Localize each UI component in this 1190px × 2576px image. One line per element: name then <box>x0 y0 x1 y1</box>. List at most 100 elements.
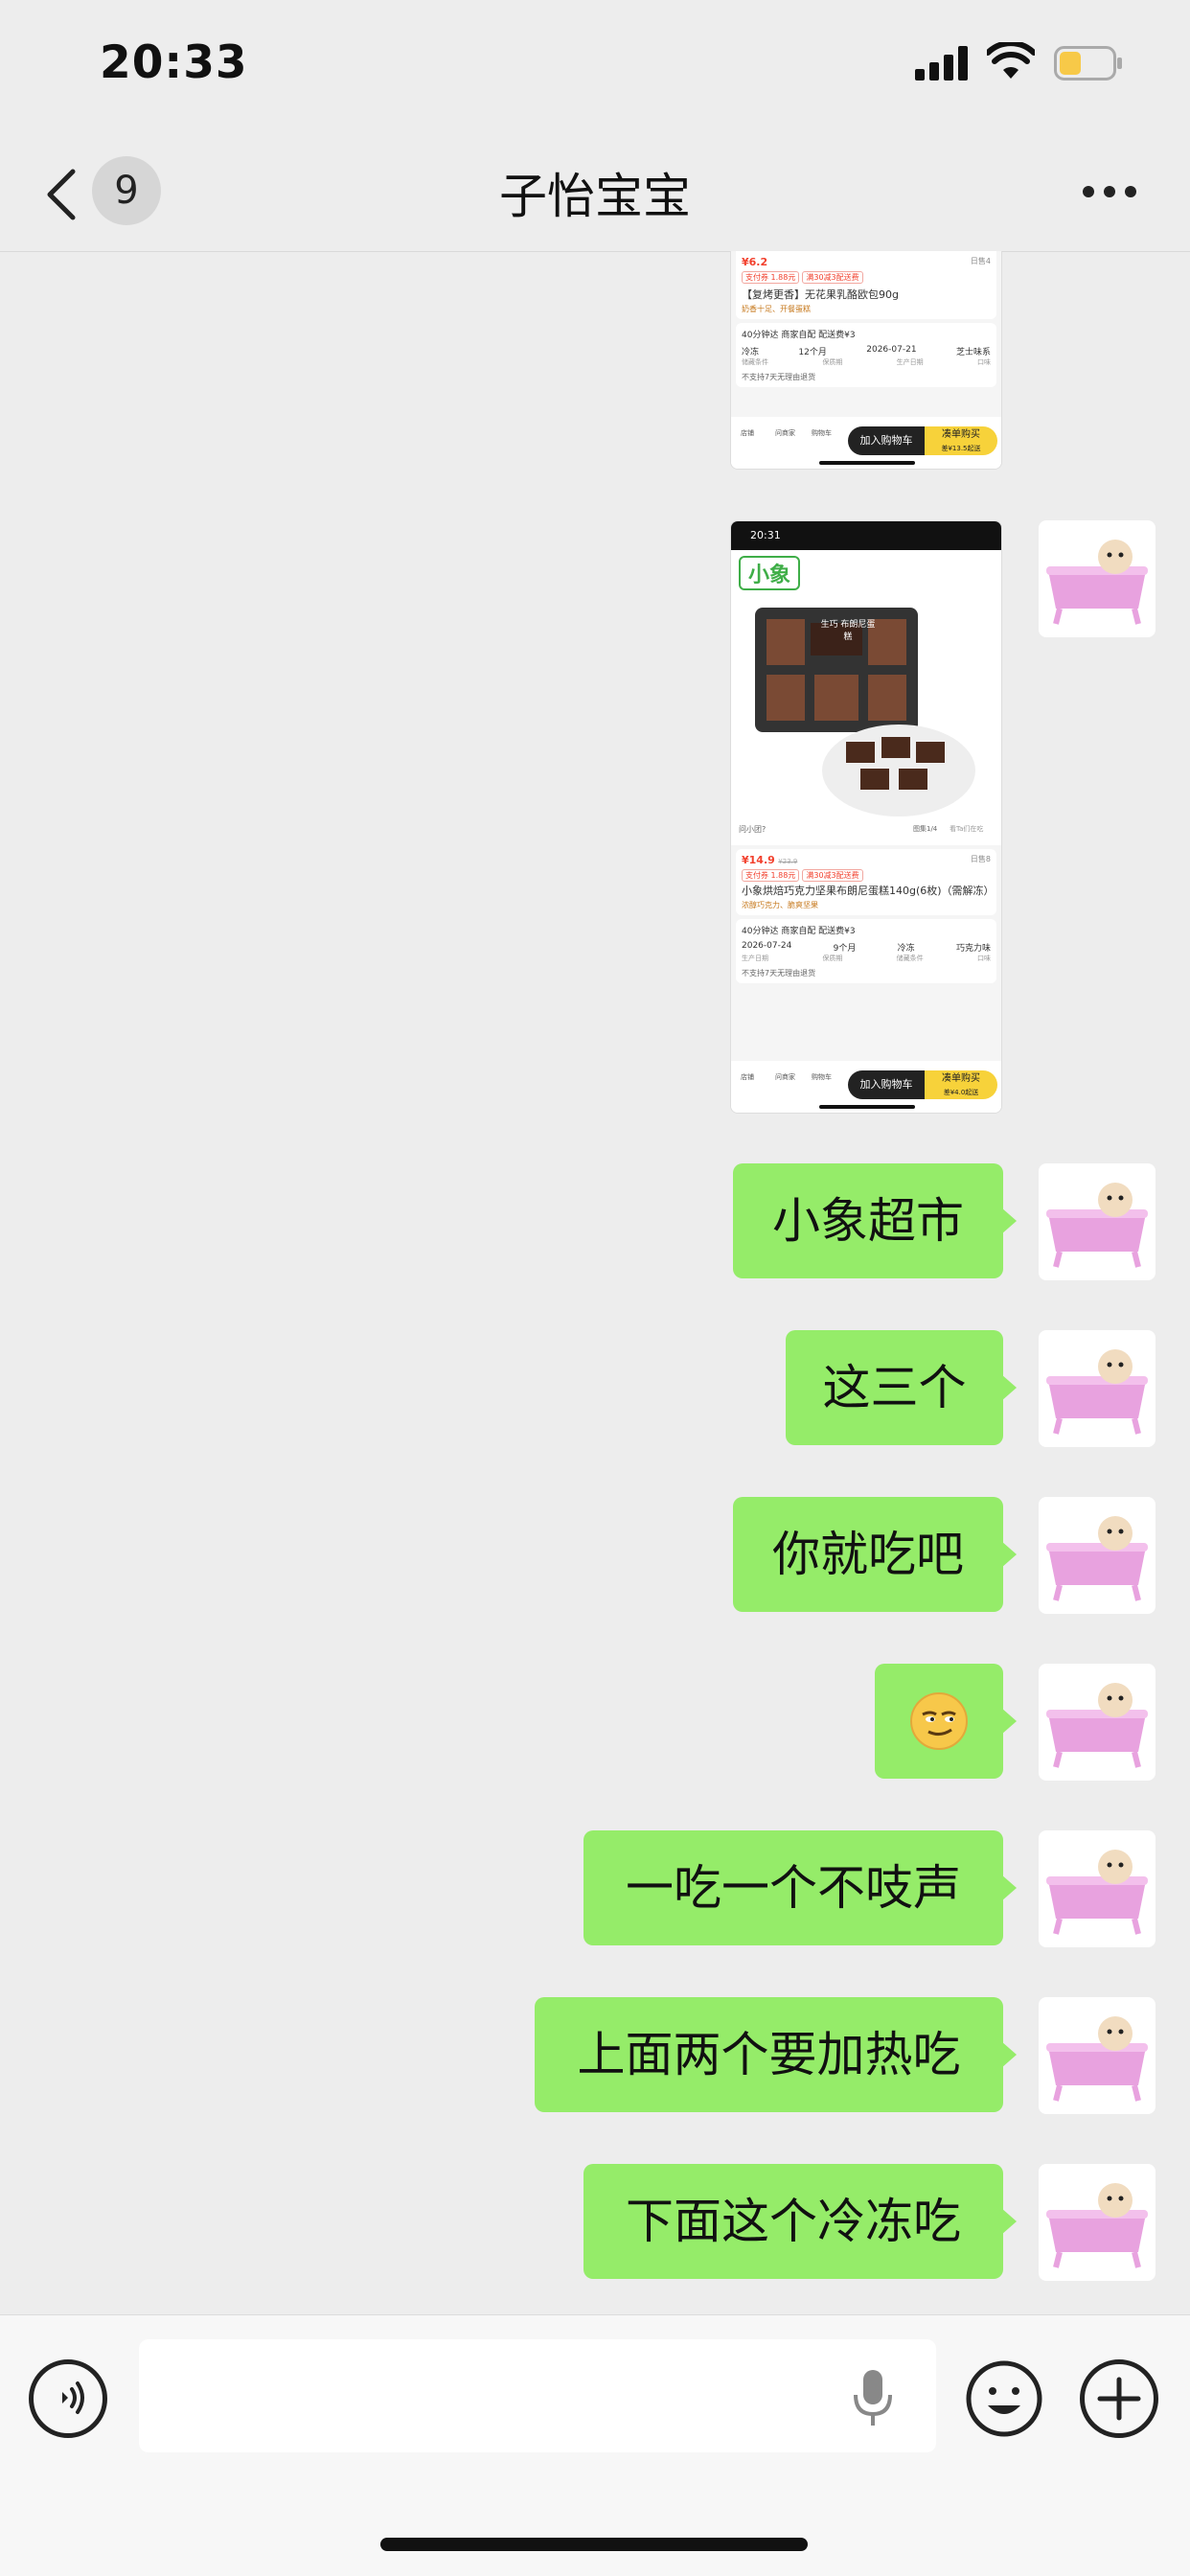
buy-label: 凑单购买 <box>942 1073 980 1084</box>
store-nav: 店铺 <box>741 1073 754 1081</box>
sales-count: 日售8 <box>970 855 991 863</box>
bathtub-avatar-icon <box>1046 1349 1148 1435</box>
coupon-tag: 支付券 1.88元 <box>742 271 800 284</box>
product-screenshot-image[interactable]: 20:31 小象 生巧 布朗尼蛋糕 问小团? 图集1/4 看Ta们在吃 ¥14.… <box>730 520 1002 1114</box>
cellular-signal-icon <box>915 46 968 80</box>
spec-value: 2026-07-24 <box>742 941 792 951</box>
chat-title: 子怡宝宝 <box>499 169 691 224</box>
message-bubble[interactable]: 小象超市 <box>733 1163 1017 1278</box>
spec-label: 保质期 <box>822 954 843 962</box>
ask-seller-nav: 问商家 <box>775 429 795 437</box>
avatar[interactable] <box>1039 1163 1156 1280</box>
voice-input-button[interactable] <box>29 2359 107 2438</box>
mini-home-indicator <box>819 461 915 465</box>
microphone-icon[interactable] <box>851 2368 895 2427</box>
add-to-cart-button: 加入购物车 <box>848 426 925 455</box>
spec-value: 2026-07-21 <box>866 345 917 355</box>
delivery-tag: 满30减3配送费 <box>802 271 863 284</box>
spec-label: 生产日期 <box>896 358 924 366</box>
bathtub-avatar-icon <box>1046 1683 1148 1768</box>
product-name: 小象烘焙巧克力坚果布朗尼蛋糕140g(6枚)（需解冻） <box>742 885 995 897</box>
ask-assistant: 问小团? <box>739 825 767 834</box>
avatar[interactable] <box>1039 1664 1156 1781</box>
return-notice: 不支持7天无理由退货 <box>742 373 816 381</box>
spec-value: 冷冻 <box>897 944 915 954</box>
return-notice: 不支持7天无理由退货 <box>742 969 816 978</box>
spec-label: 口味 <box>976 358 991 366</box>
image-index: 图集1/4 <box>913 825 938 833</box>
spec-value: 巧克力味 <box>955 944 991 954</box>
spec-label: 储藏条件 <box>742 358 768 366</box>
bathtub-avatar-icon <box>1046 540 1148 625</box>
delivery-info: 40分钟达 商家自配 配送费¥3 <box>742 927 856 936</box>
mini-status-time: 20:31 <box>750 529 781 541</box>
product-action-bar: 店铺 问商家 购物车 加入购物车 凑单购买 差¥4.0起送 <box>731 1061 1001 1113</box>
spec-value: 芝士味系 <box>955 348 991 357</box>
product-screenshot-image[interactable]: ¥6.2 日售4 支付券 1.88元 满30减3配送费 【复烤更香】无花果乳酪欧包… <box>730 251 1002 470</box>
status-time: 20:33 <box>100 36 248 89</box>
status-bar: 20:33 <box>0 0 1190 129</box>
message-bubble[interactable]: 你就吃吧 <box>733 1497 1017 1612</box>
product-feature: 奶香十足、开餐蛋糕 <box>742 305 811 313</box>
spec-value: 12个月 <box>798 348 827 357</box>
more-options-icon[interactable] <box>1083 186 1136 199</box>
cart-nav: 购物车 <box>812 1073 832 1081</box>
spec-label: 生产日期 <box>742 954 768 962</box>
plus-icon <box>1097 2377 1141 2421</box>
product-feature: 浓醇巧克力、脆爽坚果 <box>742 901 818 909</box>
battery-icon <box>1054 46 1122 80</box>
bathtub-avatar-icon <box>1046 2183 1148 2268</box>
message-bubble[interactable]: 一吃一个不吱声 <box>584 1830 1017 1945</box>
message-bubble[interactable]: 上面两个要加热吃 <box>535 1997 1017 2112</box>
buy-button: 凑单购买 差¥13.5起送 <box>925 426 997 455</box>
message-bubble[interactable]: 这三个 <box>786 1330 1017 1445</box>
spec-value: 冷冻 <box>742 348 760 357</box>
store-nav: 店铺 <box>741 429 754 437</box>
product-action-bar: 店铺 问商家 购物车 加入购物车 凑单购买 差¥13.5起送 <box>731 417 1001 469</box>
smirk-emoji-icon <box>910 1692 968 1750</box>
ask-seller-nav: 问商家 <box>775 1073 795 1081</box>
buy-button: 凑单购买 差¥4.0起送 <box>925 1070 997 1099</box>
avatar[interactable] <box>1039 1830 1156 1947</box>
home-indicator <box>380 2538 808 2551</box>
buy-label: 凑单购买 <box>942 429 980 440</box>
original-price: ¥23.9 <box>778 858 798 865</box>
bathtub-avatar-icon <box>1046 1850 1148 1935</box>
avatar[interactable] <box>1039 1497 1156 1614</box>
wifi-icon <box>987 42 1035 79</box>
brand-logo: 小象 <box>739 556 801 590</box>
more-actions-button[interactable] <box>1080 2359 1158 2438</box>
delivery-tag: 满30减3配送费 <box>802 869 863 882</box>
avatar[interactable] <box>1039 1330 1156 1447</box>
mini-status-bar: 20:31 <box>731 521 1001 550</box>
bathtub-avatar-icon <box>1046 1516 1148 1601</box>
coupon-tag: 支付券 1.88元 <box>742 869 800 882</box>
mini-home-indicator <box>819 1105 915 1109</box>
box-label: 生巧 布朗尼蛋糕 <box>820 620 876 642</box>
product-price: ¥6.2 <box>742 256 768 268</box>
voice-wave-icon <box>62 2381 84 2414</box>
bathtub-avatar-icon <box>1046 1183 1148 1268</box>
message-bubble[interactable]: 下面这个冷冻吃 <box>584 2164 1017 2279</box>
image-share: 看Ta们在吃 <box>950 825 984 833</box>
spec-label: 储藏条件 <box>896 954 924 962</box>
buy-sublabel: 差¥4.0起送 <box>943 1089 979 1096</box>
buy-sublabel: 差¥13.5起送 <box>941 445 981 452</box>
avatar[interactable] <box>1039 520 1156 637</box>
sales-count: 日售4 <box>970 257 991 265</box>
bathtub-avatar-icon <box>1046 2016 1148 2102</box>
product-price: ¥14.9 <box>742 854 775 866</box>
spec-label: 口味 <box>976 954 991 962</box>
message-bubble[interactable] <box>875 1664 1017 1779</box>
add-to-cart-button: 加入购物车 <box>848 1070 925 1099</box>
emoji-button-icon[interactable] <box>965 2359 1043 2438</box>
product-name: 【复烤更香】无花果乳酪欧包90g <box>742 288 899 301</box>
spec-label: 保质期 <box>822 358 843 366</box>
avatar[interactable] <box>1039 2164 1156 2281</box>
product-hero-image: 小象 生巧 布朗尼蛋糕 问小团? 图集1/4 看Ta们在吃 <box>731 550 1001 845</box>
spec-value: 9个月 <box>833 944 857 954</box>
avatar[interactable] <box>1039 1997 1156 2114</box>
message-input[interactable] <box>139 2339 936 2452</box>
cart-nav: 购物车 <box>812 429 832 437</box>
delivery-info: 40分钟达 商家自配 配送费¥3 <box>742 331 856 340</box>
